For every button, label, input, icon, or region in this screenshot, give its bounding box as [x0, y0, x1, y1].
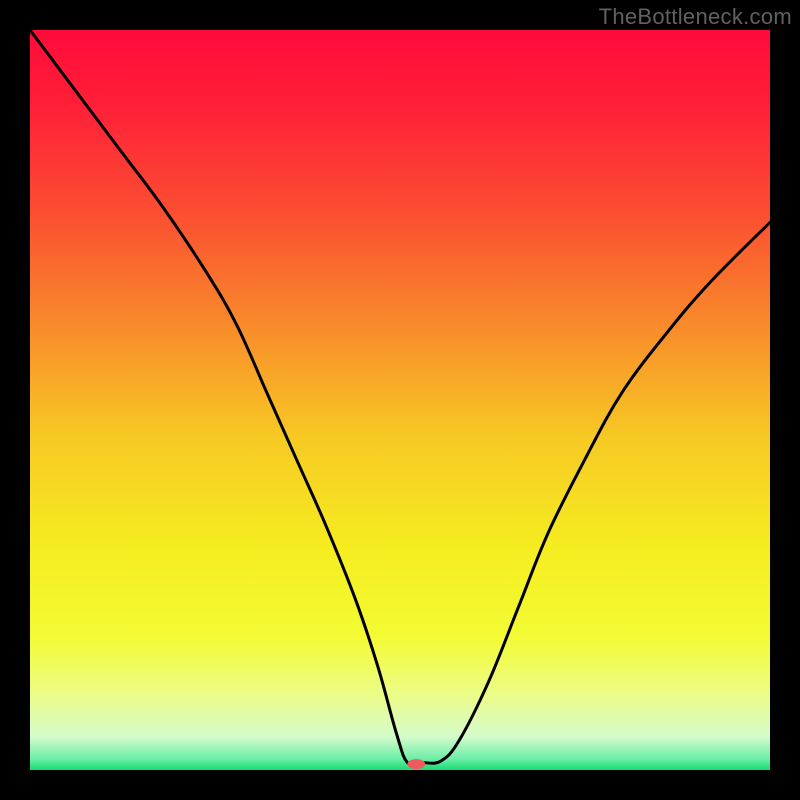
watermark-text: TheBottleneck.com — [599, 4, 792, 30]
gradient-background — [30, 30, 770, 770]
bottleneck-chart — [30, 30, 770, 770]
chart-stage: TheBottleneck.com — [0, 0, 800, 800]
optimum-marker — [407, 759, 425, 769]
plot-area — [30, 30, 770, 770]
